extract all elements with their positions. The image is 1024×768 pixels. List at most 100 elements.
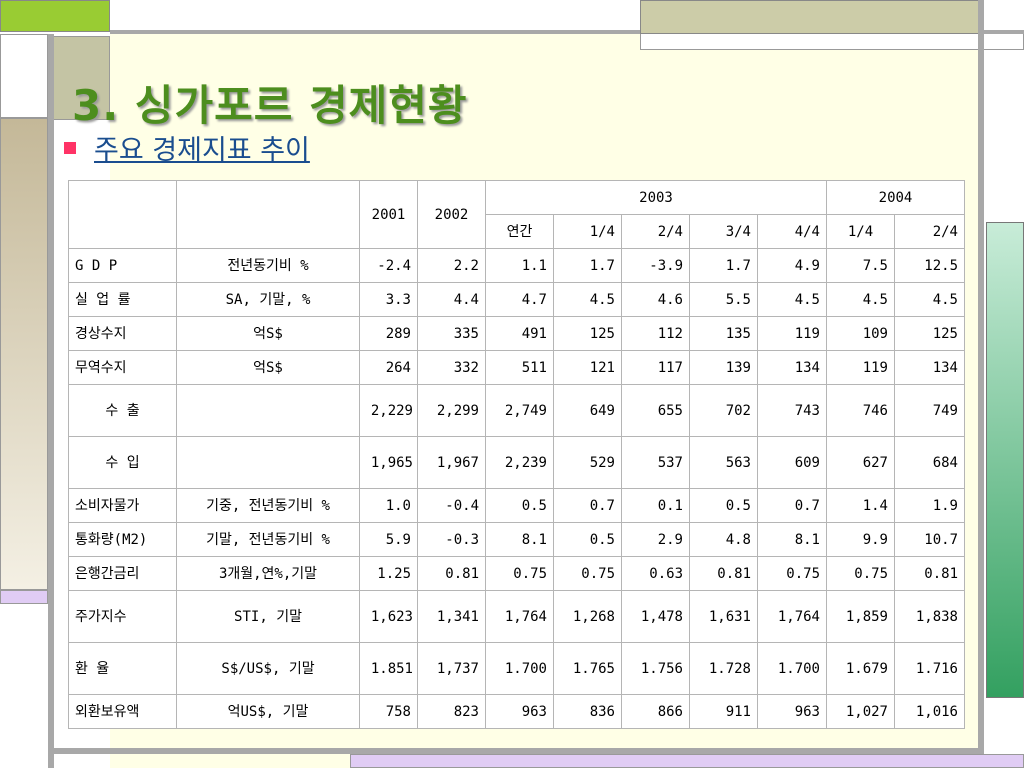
value-cell: 0.75 (757, 556, 827, 591)
year-header-2002: 2002 (417, 180, 486, 249)
table-row: 수 출 2,229 2,299 2,749 649 655 702 743 746 749 (68, 384, 965, 437)
indicator-name-cell: 주가지수 (68, 590, 177, 643)
green-corner-block (0, 0, 110, 32)
value-cell: 0.5 (485, 488, 554, 523)
period-header: 1/4 (826, 214, 895, 249)
value-cell: 2.2 (417, 248, 486, 283)
value-cell: 4.5 (894, 282, 965, 317)
value-cell: 1.7 (689, 248, 758, 283)
indicator-unit-cell: 기말, 전년동기비 % (176, 522, 360, 557)
indicator-name-cell: 외환보유액 (68, 694, 177, 729)
value-cell: 8.1 (485, 522, 554, 557)
period-header: 4/4 (757, 214, 827, 249)
value-cell: 0.7 (553, 488, 622, 523)
table-row: 수 입 1,965 1,967 2,239 529 537 563 609 627 684 (68, 436, 965, 489)
top-right-frame (640, 34, 1024, 50)
value-cell: 4.5 (826, 282, 895, 317)
value-cell: 2,749 (485, 384, 554, 437)
value-cell: 1.4 (826, 488, 895, 523)
value-cell: 5.9 (359, 522, 418, 557)
indicator-name-cell: 실 업 률 (68, 282, 177, 317)
value-cell: 511 (485, 350, 554, 385)
value-cell: 0.1 (621, 488, 690, 523)
table-row: 외환보유액 억US$, 기말 758 823 963 836 866 911 963 1,027 1… (68, 694, 965, 729)
value-cell: 655 (621, 384, 690, 437)
period-header: 1/4 (553, 214, 622, 249)
value-cell: 1,341 (417, 590, 486, 643)
value-cell: 135 (689, 316, 758, 351)
indicator-unit-cell: 억S$ (176, 350, 360, 385)
header-blank-cell (176, 180, 360, 249)
value-cell: 1.679 (826, 642, 895, 695)
indicator-unit-cell (176, 384, 360, 437)
value-cell: 1.716 (894, 642, 965, 695)
period-header: 2/4 (621, 214, 690, 249)
indicator-name-cell: 경상수지 (68, 316, 177, 351)
value-cell: 1.0 (359, 488, 418, 523)
value-cell: 866 (621, 694, 690, 729)
value-cell: 684 (894, 436, 965, 489)
header-row-years: 2001 2002 2003 2004 (68, 180, 965, 249)
table-row: 은행간금리 3개월,연%,기말 1.25 0.81 0.75 0.75 0.63 0.81 0.… (68, 556, 965, 591)
value-cell: 1.756 (621, 642, 690, 695)
value-cell: 109 (826, 316, 895, 351)
indicator-unit-cell: SA, 기말, % (176, 282, 360, 317)
indicator-name-cell: 무역수지 (68, 350, 177, 385)
value-cell: 963 (485, 694, 554, 729)
value-cell: 563 (689, 436, 758, 489)
table-row: 환 율 S$/US$, 기말 1.851 1,737 1.700 1.765 1.756 1.… (68, 642, 965, 695)
left-vertical-rule (48, 34, 54, 768)
value-cell: 4.7 (485, 282, 554, 317)
indicator-name-cell: 환 율 (68, 642, 177, 695)
value-cell: 2,239 (485, 436, 554, 489)
value-cell: 4.5 (553, 282, 622, 317)
value-cell: 1.851 (359, 642, 418, 695)
value-cell: 4.9 (757, 248, 827, 283)
value-cell: 121 (553, 350, 622, 385)
indicator-name-cell: 소비자물가 (68, 488, 177, 523)
table-row: 경상수지 억S$ 289 335 491 125 112 135 119 109 125 (68, 316, 965, 351)
value-cell: 963 (757, 694, 827, 729)
value-cell: 758 (359, 694, 418, 729)
value-cell: 1.7 (553, 248, 622, 283)
value-cell: -0.4 (417, 488, 486, 523)
value-cell: 335 (417, 316, 486, 351)
value-cell: 134 (757, 350, 827, 385)
value-cell: 4.6 (621, 282, 690, 317)
slide-title: 3. 싱가포르 경제현황 (72, 81, 468, 130)
bullet-row: 주요 경제지표 추이 (64, 128, 310, 167)
value-cell: -0.3 (417, 522, 486, 557)
table-row: 주가지수 STI, 기말 1,623 1,341 1,764 1,268 1,478 1,63… (68, 590, 965, 643)
table-row: 무역수지 억S$ 264 332 511 121 117 139 134 119 134 (68, 350, 965, 385)
value-cell: 529 (553, 436, 622, 489)
table-row: 통화량(M2) 기말, 전년동기비 % 5.9 -0.3 8.1 0.5 2.9 4.8 8.1… (68, 522, 965, 557)
value-cell: 0.81 (417, 556, 486, 591)
value-cell: 746 (826, 384, 895, 437)
value-cell: 1,016 (894, 694, 965, 729)
value-cell: 332 (417, 350, 486, 385)
value-cell: 1,268 (553, 590, 622, 643)
year-header-2001: 2001 (359, 180, 418, 249)
period-header: 3/4 (689, 214, 758, 249)
value-cell: 1,838 (894, 590, 965, 643)
bottom-lavender-bar (350, 754, 1024, 768)
right-vertical-rule (978, 0, 984, 768)
slide-subtitle: 주요 경제지표 추이 (94, 135, 310, 166)
table-row: 소비자물가 기중, 전년동기비 % 1.0 -0.4 0.5 0.7 0.1 0.5 0.7 1.… (68, 488, 965, 523)
value-cell: 1,737 (417, 642, 486, 695)
value-cell: 1.25 (359, 556, 418, 591)
value-cell: 125 (894, 316, 965, 351)
value-cell: 8.1 (757, 522, 827, 557)
value-cell: 4.5 (757, 282, 827, 317)
indicator-name-cell: G D P (68, 248, 177, 283)
value-cell: 1.1 (485, 248, 554, 283)
value-cell: 823 (417, 694, 486, 729)
year-header-2004: 2004 (826, 180, 965, 215)
value-cell: 125 (553, 316, 622, 351)
value-cell: 264 (359, 350, 418, 385)
value-cell: 649 (553, 384, 622, 437)
value-cell: 117 (621, 350, 690, 385)
indicator-unit-cell: S$/US$, 기말 (176, 642, 360, 695)
value-cell: 702 (689, 384, 758, 437)
value-cell: 1,967 (417, 436, 486, 489)
